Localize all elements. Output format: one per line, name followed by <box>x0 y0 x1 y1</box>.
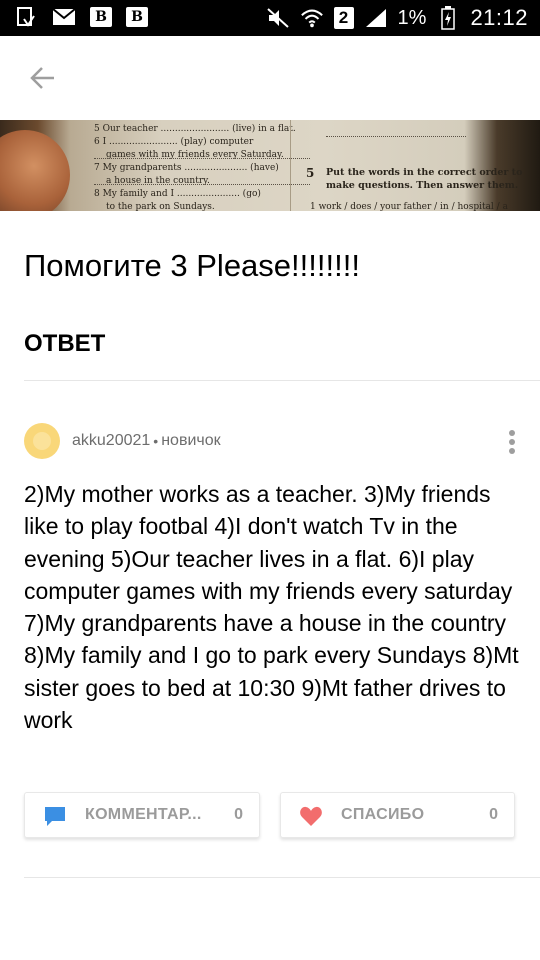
sim-slot-badge: 2 <box>333 7 354 29</box>
status-bar: B B 2 1% 21:12 <box>0 0 540 36</box>
exercise-number: 5 <box>306 166 315 180</box>
photo-line: 5 Our teacher ........................ (… <box>94 124 296 134</box>
more-options-button[interactable] <box>500 428 524 456</box>
answer-text: 2)My mother works as a teacher. 3)My fri… <box>24 481 519 734</box>
heart-icon <box>300 806 322 826</box>
more-dot-icon <box>509 448 515 454</box>
author-separator: • <box>153 433 159 449</box>
photo-line: 8 My family and I ......................… <box>94 189 261 199</box>
answer-dotted-line <box>94 158 310 159</box>
comment-label: КОММЕНТАР... <box>85 806 202 823</box>
answer-dotted-line <box>94 184 310 185</box>
textbook-page: 5 Our teacher ........................ (… <box>70 120 522 211</box>
signal-icon <box>364 7 388 29</box>
divider <box>24 877 540 878</box>
author-info: akku20021 • новичок <box>72 432 221 450</box>
mail-icon <box>52 6 76 28</box>
b-app-icon: B <box>126 7 148 27</box>
battery-charging-icon <box>436 6 460 30</box>
system-icons: 2 1% 21:12 <box>266 0 528 36</box>
thanks-count: 0 <box>489 806 498 823</box>
exercise-item: 1 work / does / your father / in / hospi… <box>310 202 508 211</box>
screenshot-icon <box>14 6 38 28</box>
column-divider <box>290 120 291 211</box>
exercise-instruction: make questions. Then answer them. <box>326 180 519 191</box>
thanks-label: СПАСИБО <box>341 806 425 823</box>
back-button[interactable] <box>24 62 60 94</box>
answer-dotted-line <box>326 136 466 137</box>
mute-icon <box>266 7 290 29</box>
divider <box>24 380 540 381</box>
photo-line: to the park on Sundays. <box>106 202 215 211</box>
exercise-instruction: Put the words in the correct order to <box>326 167 523 178</box>
battery-percent: 1% <box>397 6 427 29</box>
more-dot-icon <box>509 430 515 436</box>
comment-count: 0 <box>234 806 243 823</box>
thanks-button[interactable]: СПАСИБО 0 <box>280 792 515 838</box>
top-nav <box>0 36 540 120</box>
comment-icon <box>45 807 65 826</box>
more-dot-icon <box>509 439 515 445</box>
author-name[interactable]: akku20021 <box>72 432 150 450</box>
answer-heading: ОТВЕТ <box>24 330 106 357</box>
avatar[interactable] <box>24 423 60 459</box>
notification-icons: B B <box>14 6 148 28</box>
clock: 21:12 <box>470 5 528 30</box>
author-rank: новичок <box>161 432 221 449</box>
photo-line: 6 I ........................ (play) comp… <box>94 137 254 147</box>
arrow-left-icon <box>30 67 54 89</box>
question-attachment-image[interactable]: 5 Our teacher ........................ (… <box>0 120 540 211</box>
b-app-icon: B <box>90 7 112 27</box>
wifi-icon <box>300 7 324 29</box>
comment-button[interactable]: КОММЕНТАР... 0 <box>24 792 260 838</box>
photo-line: 7 My grandparents ......................… <box>94 163 279 173</box>
finger-in-photo <box>0 130 70 211</box>
question-title: Помогите 3 Please!!!!!!!! <box>24 248 360 283</box>
